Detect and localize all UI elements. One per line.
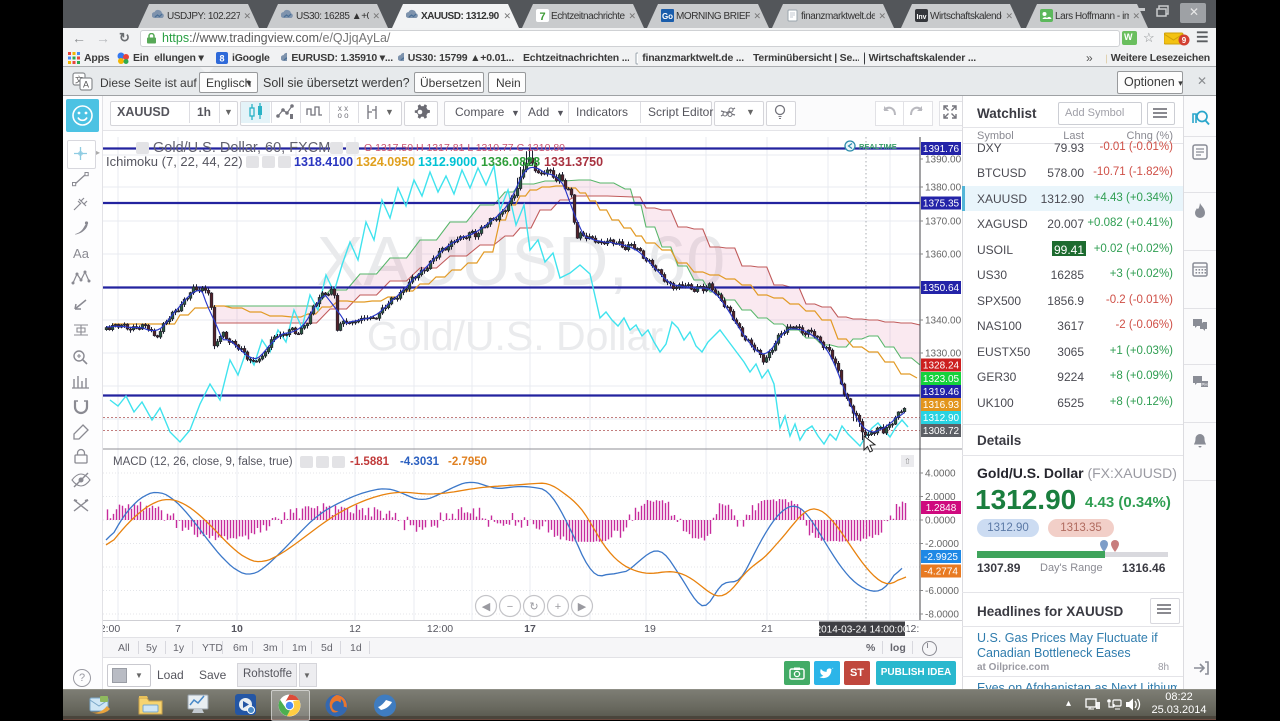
- svg-text:-2.9925: -2.9925: [924, 552, 958, 563]
- svg-text:7: 7: [175, 623, 181, 635]
- svg-text:-2.7950: -2.7950: [448, 456, 487, 468]
- svg-text:1312.9000: 1312.9000: [418, 155, 477, 169]
- svg-text:1360.00: 1360.00: [925, 250, 962, 261]
- svg-text:◀: ◀: [482, 601, 491, 613]
- svg-text:1370.00: 1370.00: [925, 217, 962, 228]
- svg-text:17: 17: [524, 623, 536, 635]
- svg-text:O 1317.50 H 1317.81 L 1310.77: O 1317.50 H 1317.81 L 1310.77 C 1310.80: [364, 142, 565, 154]
- svg-text:1340.00: 1340.00: [925, 316, 962, 327]
- svg-text:REALTIME: REALTIME: [859, 142, 897, 151]
- svg-text:1324.0950: 1324.0950: [356, 155, 415, 169]
- svg-text:MACD (12, 26, close, 9, false,: MACD (12, 26, close, 9, false, true): [113, 456, 293, 468]
- svg-text:1319.46: 1319.46: [923, 387, 960, 398]
- svg-text:1.2848: 1.2848: [926, 503, 957, 514]
- svg-text:1330.00: 1330.00: [925, 349, 962, 360]
- svg-text:2014-03-24 14:00:00: 2014-03-24 14:00:00: [816, 625, 909, 636]
- svg-text:9: 9: [1182, 36, 1187, 45]
- svg-text:12:00: 12:00: [427, 623, 453, 635]
- svg-text:0.0000: 0.0000: [925, 516, 956, 527]
- svg-text:-4.2774: -4.2774: [924, 567, 958, 578]
- svg-text:PH: PH: [1201, 382, 1207, 387]
- svg-text:Gold/U.S. Dollar: Gold/U.S. Dollar: [367, 313, 663, 359]
- svg-text:1391.76: 1391.76: [923, 144, 960, 155]
- svg-text:1380.00: 1380.00: [925, 183, 962, 194]
- svg-text:12: 12: [349, 623, 361, 635]
- svg-text:2:00: 2:00: [103, 623, 120, 635]
- svg-text:1312.90: 1312.90: [923, 413, 960, 424]
- svg-text:1336.0828: 1336.0828: [481, 155, 540, 169]
- svg-text:4.0000: 4.0000: [925, 469, 956, 480]
- svg-text:7: 7: [539, 11, 545, 22]
- svg-text:Ichimoku (7, 22, 44, 22): Ichimoku (7, 22, 44, 22): [106, 154, 243, 169]
- svg-text:↻: ↻: [529, 601, 538, 613]
- svg-text:⇧: ⇧: [904, 457, 911, 466]
- svg-text:-2.0000: -2.0000: [925, 539, 959, 550]
- svg-text:-6.0000: -6.0000: [925, 586, 959, 597]
- svg-text:1390.00: 1390.00: [925, 155, 962, 166]
- svg-text:1375.35: 1375.35: [923, 199, 960, 210]
- svg-text:1308.72: 1308.72: [923, 426, 960, 437]
- svg-text:−: −: [507, 601, 513, 613]
- svg-text:Aa: Aa: [73, 246, 90, 261]
- svg-text:1318.4100: 1318.4100: [294, 155, 353, 169]
- svg-text:19: 19: [644, 623, 656, 635]
- svg-text:Inv: Inv: [916, 14, 926, 21]
- svg-text:8: 8: [219, 54, 224, 64]
- svg-text:1328.24: 1328.24: [923, 361, 960, 372]
- svg-text:-1.5881: -1.5881: [350, 456, 390, 468]
- svg-text:1316.93: 1316.93: [923, 400, 960, 411]
- svg-text:1350.64: 1350.64: [923, 283, 960, 294]
- svg-text:21: 21: [761, 623, 773, 635]
- svg-text:o o: o o: [337, 111, 349, 120]
- svg-text:+: +: [555, 601, 561, 613]
- svg-text:1323.05: 1323.05: [923, 374, 960, 385]
- svg-text:10: 10: [231, 623, 243, 635]
- svg-text:Go: Go: [662, 12, 673, 21]
- svg-text:A: A: [83, 80, 89, 90]
- svg-text:1331.3750: 1331.3750: [544, 155, 603, 169]
- svg-text:-8.0000: -8.0000: [925, 610, 959, 621]
- svg-text:-4.3031: -4.3031: [400, 456, 440, 468]
- svg-text:▶: ▶: [578, 601, 587, 613]
